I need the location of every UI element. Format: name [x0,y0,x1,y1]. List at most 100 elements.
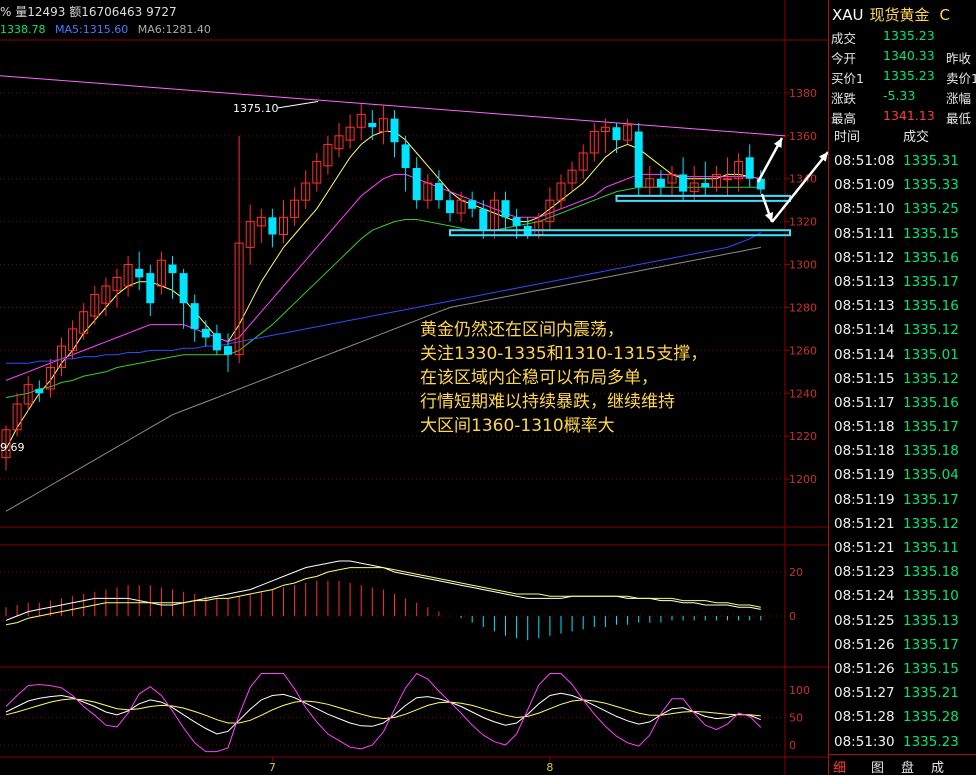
instrument-name: 现货黄金 [869,6,930,24]
kdj-line-j [5,672,762,753]
candle-body [468,200,477,209]
tick-price: 1335.15 [903,225,959,242]
tab-detail[interactable]: 细 [833,757,846,775]
tick-price: 1335.16 [903,298,959,315]
header-price: 成交 [903,130,930,145]
tick-row: 08:51:24 1335.10 [829,585,976,609]
tick-time: 08:51:17 [834,394,895,411]
macd-tick-label: 0 [789,610,796,623]
tick-time: 08:51:23 [834,564,895,581]
candle-body [135,268,144,278]
quote-label: 涨跌 [831,91,857,106]
tick-row: 08:51:11 1335.15 [829,223,976,247]
tick-row: 08:51:14 1335.01 [829,344,976,368]
tick-price: 1335.17 [903,491,959,508]
quote-value: 1335.23 [883,68,935,83]
arrow-down-head [764,212,774,222]
tick-row: 08:51:13 1335.16 [829,295,976,319]
volume-header: % 量12493 额16706463 9727 [0,5,177,19]
panel-tabs: 细 图 盘 成 [829,754,976,775]
tick-price: 1335.12 [903,322,959,339]
tick-price: 1335.17 [903,273,959,290]
header-time: 时间 [834,130,861,145]
tick-row: 08:51:27 1335.21 [829,682,976,706]
tick-price: 1335.31 [903,153,959,169]
quote-value: 1340.33 [883,48,935,63]
tick-price: 1335.12 [903,515,959,532]
quote-row: 涨跌 -5.33 涨幅 [831,88,976,106]
tick-row: 08:51:13 1335.17 [829,271,976,295]
tick-price: 1335.10 [903,588,959,605]
tick-row: 08:51:18 1335.18 [829,440,976,464]
quote-label: 今开 [831,51,857,66]
price-tick-label: 1240 [789,387,817,400]
kdj-line-d [5,698,761,724]
tick-time: 08:51:19 [834,467,895,484]
candle-body [701,183,710,188]
tick-row: 08:51:18 1335.17 [829,416,976,440]
quote-label-2: 最低 [946,111,972,126]
tick-list[interactable]: 08:51:08 1335.31 08:51:09 1335.33 08:51:10 13… [829,150,976,755]
ma-value-1: 1338.78 [0,23,46,36]
price-tick-label: 1380 [789,87,817,100]
tick-time: 08:51:27 [834,685,895,702]
annotation-line: 黄金仍然还在区间内震荡， [420,320,624,340]
tick-row: 08:51:26 1335.17 [829,634,976,658]
candle-body [390,118,399,143]
tick-price: 1335.04 [903,467,959,484]
annotation-line: 在该区域内企稳可以布局多单， [420,368,658,388]
tick-price: 1335.17 [903,636,959,653]
tick-time: 08:51:11 [834,225,895,242]
tick-row: 08:51:12 1335.16 [829,247,976,271]
annotation-line: 关注1330-1335和1310-1315支撑， [420,344,708,364]
quote-row: 成交 1335.23 [831,28,976,46]
candle-body [224,346,232,355]
candle-body [368,122,377,128]
tick-time: 08:51:09 [834,177,895,194]
quote-label-2: 卖价1 [946,71,976,86]
tick-row: 08:51:21 1335.11 [829,537,976,561]
ma-header: 1338.78 MA5:1315.60 MA6:1281.40 [0,23,211,36]
arrow-up-long [771,151,828,223]
quote-value: -5.33 [883,88,916,103]
candle-body [512,217,521,226]
tick-row: 08:51:28 1335.28 [829,706,976,730]
tick-price: 1335.16 [903,394,959,411]
tab-chart[interactable]: 图 [871,757,884,775]
tick-row: 08:51:26 1335.15 [829,658,976,682]
quote-row: 今开 1340.33 昨收 [831,48,976,66]
tick-time: 08:51:21 [834,540,895,556]
candle-body [190,303,199,329]
tab-orderbook[interactable]: 盘 [901,757,914,775]
quote-panel: XAU 现货黄金 C 成交 1335.23 今开 1340.33 昨收 买价1 1335.23 卖… [828,0,976,775]
annotation-line: 大区间1360-1310概率大 [420,416,615,436]
support-zone-lower [449,229,791,237]
tick-time: 08:51:13 [834,298,895,315]
ma-value-3: MA6:1281.40 [137,23,211,36]
price-tick-label: 1200 [789,473,817,486]
candle-body [201,328,210,338]
tick-time: 08:51:26 [834,660,895,677]
date-tick-label: 8 [546,761,553,774]
tick-price: 1335.17 [903,419,959,436]
candle-body [723,178,732,181]
kdj-tick-label: 0 [789,739,796,752]
tab-trades[interactable]: 成 [931,757,944,775]
tick-price: 1335.16 [903,249,959,266]
instrument-code: XAU [832,6,864,24]
candle-body [412,168,421,201]
tick-price: 1335.01 [903,346,959,363]
quote-value: 1335.23 [883,28,935,43]
tick-time: 08:51:28 [834,709,895,726]
tick-time: 08:51:30 [834,733,895,750]
candle-body [35,388,44,394]
instrument-title: XAU 现货黄金 C [832,4,950,25]
tick-row: 08:51:21 1335.12 [829,513,976,537]
quote-label: 成交 [831,31,857,46]
kdj-tick-label: 100 [789,684,810,697]
tick-time: 08:51:25 [834,612,895,629]
candle-body [501,200,510,218]
tick-row: 08:51:17 1335.16 [829,392,976,416]
candle-body [612,127,621,141]
tick-time: 08:51:12 [834,249,895,266]
